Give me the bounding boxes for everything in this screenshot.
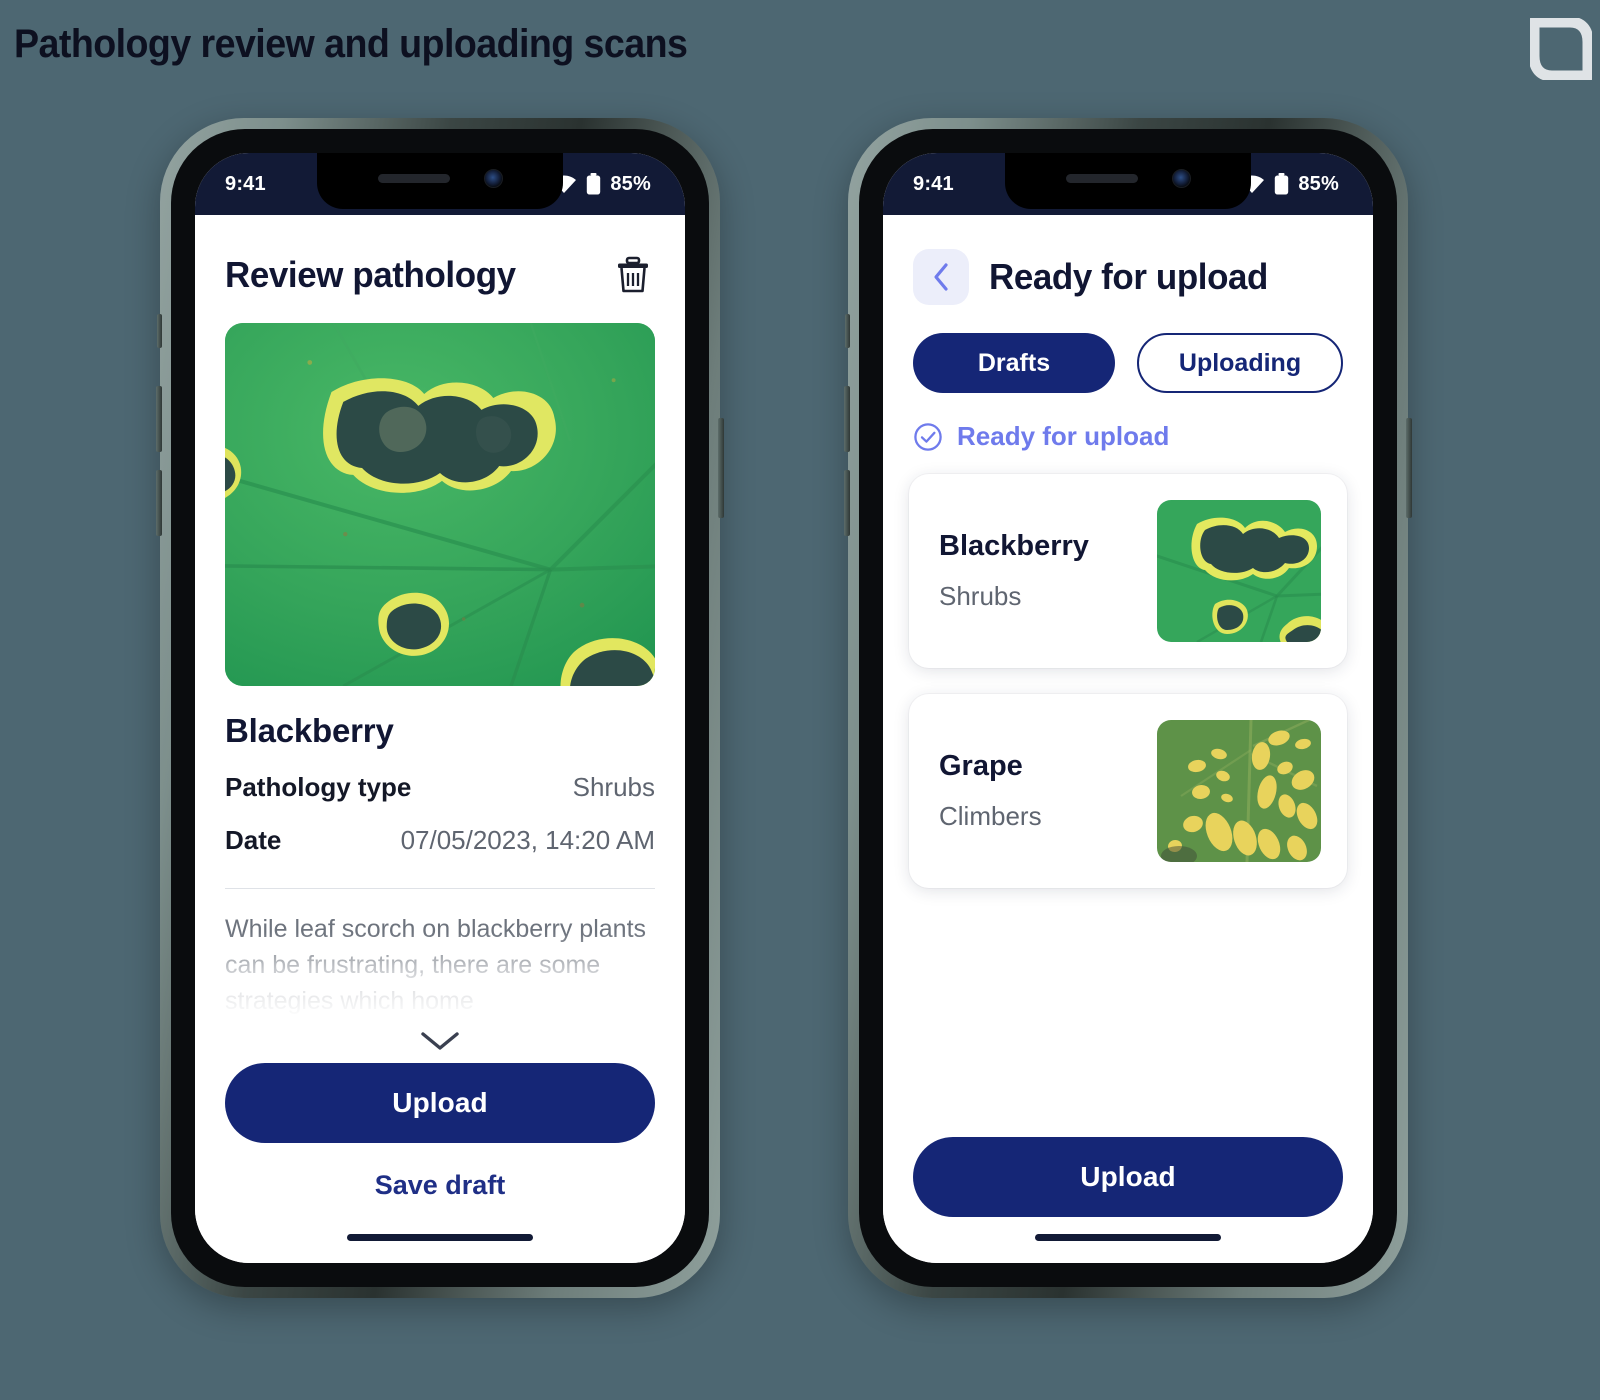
tab-uploading[interactable]: Uploading xyxy=(1137,333,1343,393)
upload-tabs: Drafts Uploading xyxy=(883,305,1373,393)
home-indicator[interactable] xyxy=(1035,1234,1221,1241)
device-notch xyxy=(1005,153,1251,209)
silencer-switch[interactable] xyxy=(845,314,850,348)
battery-icon xyxy=(586,173,601,195)
review-title: Review pathology xyxy=(225,254,516,295)
status-bar: 9:41 85% xyxy=(195,153,685,215)
chevron-down-icon[interactable] xyxy=(195,1020,685,1063)
description-container: While leaf scorch on blackberry plants c… xyxy=(225,911,655,1018)
volume-down-button[interactable] xyxy=(156,470,162,536)
check-circle-icon xyxy=(913,422,943,452)
front-camera-icon xyxy=(483,168,503,188)
screen-review-pathology: 9:41 85% Review pathology Blackberry Pat… xyxy=(195,153,685,1263)
status-bar: 9:41 85% xyxy=(883,153,1373,215)
status-indicators: 85% xyxy=(551,173,651,196)
scan-card-text: Blackberry Shrubs xyxy=(939,530,1089,612)
scan-card-list: Blackberry Shrubs Grape Climbers xyxy=(883,452,1373,888)
scan-card-title: Blackberry xyxy=(939,530,1089,562)
status-time: 9:41 xyxy=(913,172,954,195)
phone-bezel-left: 9:41 85% Review pathology Blackberry Pat… xyxy=(171,129,709,1287)
detail-key: Pathology type xyxy=(225,772,412,803)
power-button[interactable] xyxy=(718,418,724,518)
power-button[interactable] xyxy=(1406,418,1412,518)
status-time: 9:41 xyxy=(225,172,266,195)
upload-button[interactable]: Upload xyxy=(225,1063,655,1143)
page-title: Pathology review and uploading scans xyxy=(14,22,688,66)
back-button[interactable] xyxy=(913,249,969,305)
earpiece-speaker xyxy=(1065,173,1138,183)
battery-icon xyxy=(1274,173,1289,195)
battery-percentage: 85% xyxy=(1298,172,1339,195)
review-header: Review pathology xyxy=(195,215,685,297)
scan-card-thumbnail xyxy=(1157,720,1321,862)
section-divider xyxy=(225,888,655,890)
screen-ready-for-upload: 9:41 85% Ready for upload Drafts Uploadi… xyxy=(883,153,1373,1263)
detail-row-date: Date 07/05/2023, 14:20 AM xyxy=(225,825,655,856)
trash-icon[interactable] xyxy=(611,253,655,297)
scan-card-title: Grape xyxy=(939,750,1023,782)
battery-percentage: 85% xyxy=(610,172,651,195)
chevron-left-icon xyxy=(931,262,951,292)
upload-button[interactable]: Upload xyxy=(913,1137,1343,1217)
scan-card[interactable]: Blackberry Shrubs xyxy=(909,474,1347,668)
scan-card-subtitle: Climbers xyxy=(939,801,1042,831)
review-actions: Upload Save draft xyxy=(195,1063,685,1263)
upload-actions: Upload xyxy=(883,1137,1373,1263)
scan-card-subtitle: Shrubs xyxy=(939,581,1022,611)
scan-card-thumbnail xyxy=(1157,500,1321,642)
plant-name: Blackberry xyxy=(225,712,394,750)
pathology-photo[interactable] xyxy=(225,323,655,687)
upload-title: Ready for upload xyxy=(989,256,1269,297)
ready-status-row: Ready for upload xyxy=(883,393,1373,452)
volume-up-button[interactable] xyxy=(844,386,850,452)
detail-row-pathology-type: Pathology type Shrubs xyxy=(225,772,655,803)
upload-header: Ready for upload xyxy=(883,215,1373,305)
home-indicator[interactable] xyxy=(347,1234,533,1241)
detail-value: 07/05/2023, 14:20 AM xyxy=(400,825,655,856)
device-notch xyxy=(317,153,563,209)
review-screen-body: Review pathology Blackberry Pathology ty… xyxy=(195,215,685,1263)
scan-card-text: Grape Climbers xyxy=(939,750,1042,832)
status-indicators: 85% xyxy=(1239,173,1339,196)
earpiece-speaker xyxy=(377,173,450,183)
scan-card[interactable]: Grape Climbers xyxy=(909,694,1347,888)
save-draft-button[interactable]: Save draft xyxy=(225,1153,655,1217)
tab-drafts[interactable]: Drafts xyxy=(913,333,1115,393)
leaf-brand-logo xyxy=(1530,18,1592,80)
scan-details: Blackberry Pathology type Shrubs Date 07… xyxy=(195,686,685,856)
phone-bezel-right: 9:41 85% Ready for upload Drafts Uploadi… xyxy=(859,129,1397,1287)
phone-device-left: 9:41 85% Review pathology Blackberry Pat… xyxy=(156,118,724,1298)
detail-key: Date xyxy=(225,825,282,856)
phone-device-right: 9:41 85% Ready for upload Drafts Uploadi… xyxy=(844,118,1412,1298)
detail-value: Shrubs xyxy=(572,772,655,803)
volume-down-button[interactable] xyxy=(844,470,850,536)
description-text: While leaf scorch on blackberry plants c… xyxy=(225,915,647,1016)
silencer-switch[interactable] xyxy=(157,314,162,348)
volume-up-button[interactable] xyxy=(156,386,162,452)
upload-screen-body: Ready for upload Drafts Uploading Ready … xyxy=(883,215,1373,1263)
front-camera-icon xyxy=(1171,168,1191,188)
ready-status-label: Ready for upload xyxy=(957,421,1170,451)
